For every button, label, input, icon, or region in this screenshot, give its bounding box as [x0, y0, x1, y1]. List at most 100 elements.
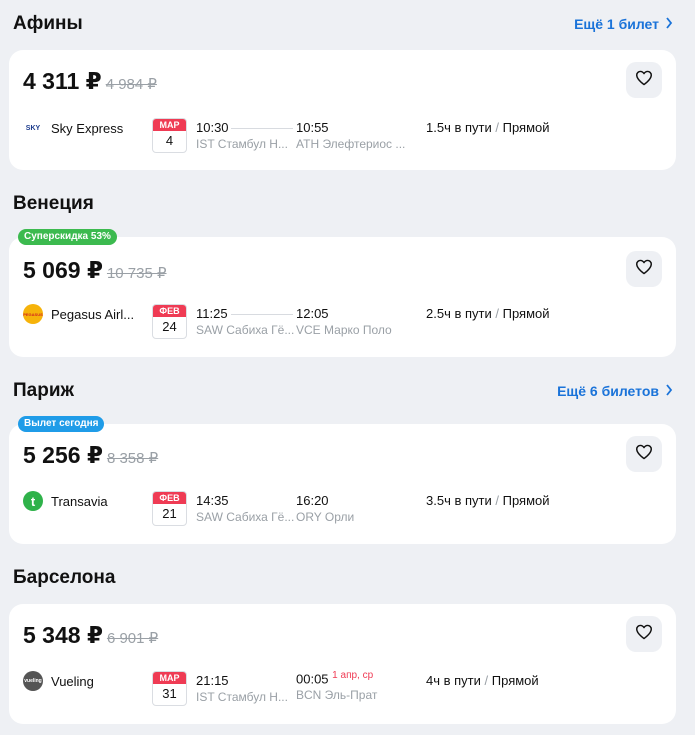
more-tickets-link[interactable]: Ещё 6 билетов: [557, 383, 673, 399]
arrival-airport: ATH Элефтериос ...: [296, 137, 406, 151]
transavia-logo: t: [23, 491, 43, 511]
ticket-card[interactable]: 5 348 ₽ 6 901 ₽ vueling Vueling МАР 31 2…: [9, 604, 676, 724]
vueling-logo: vueling: [23, 671, 43, 691]
section-title: Венеция: [13, 193, 94, 214]
section-title: Париж: [13, 380, 74, 401]
chevron-right-icon: [665, 383, 673, 399]
date-day: 4: [165, 133, 174, 148]
duration: 4ч в пути / Прямой: [426, 673, 539, 688]
departure-time: 21:15: [196, 673, 229, 688]
price: 5 256 ₽: [23, 442, 103, 468]
arrival-airport: BCN Эль-Прат: [296, 688, 378, 703]
section-title: Барселона: [13, 567, 116, 588]
discount-badge: Суперскидка 53%: [18, 229, 117, 245]
airline-name: Vueling: [51, 673, 94, 689]
duration-text: 2.5ч в пути: [426, 306, 492, 321]
duration: 3.5ч в пути / Прямой: [426, 493, 550, 508]
old-price: 6 901 ₽: [106, 630, 159, 647]
price: 4 311 ₽: [23, 68, 102, 94]
price: 5 069 ₽: [23, 257, 103, 283]
date-day: 21: [162, 506, 177, 521]
arrival-airport: VCE Марко Поло: [296, 323, 392, 337]
favorite-button[interactable]: [626, 62, 662, 98]
arrival: 12:05 VCE Марко Поло: [296, 306, 392, 338]
arrival-time: 10:55: [296, 120, 329, 135]
airline-name: Transavia: [51, 493, 108, 509]
departure-airport: SAW Сабиха Гё...: [196, 323, 295, 337]
departure: 14:35 SAW Сабиха Гё...: [196, 493, 294, 525]
flight-type: Прямой: [502, 493, 550, 508]
separator: /: [495, 120, 499, 135]
departure: 21:15 IST Стамбул Н...: [196, 673, 288, 705]
sky-express-logo: SKY: [23, 118, 43, 138]
chevron-right-icon: [665, 16, 673, 32]
flight-type: Прямой: [491, 673, 539, 688]
duration: 1.5ч в пути / Прямой: [426, 120, 550, 135]
heart-outline-icon: [635, 259, 653, 280]
arrival-time: 16:20: [296, 493, 329, 508]
arrival-time: 12:05: [296, 306, 329, 321]
heart-outline-icon: [635, 624, 653, 645]
route-line: [231, 314, 293, 315]
airline: vueling Vueling: [23, 671, 94, 691]
date-month: МАР: [153, 672, 186, 684]
more-tickets-link[interactable]: Ещё 1 билет: [574, 16, 673, 32]
departure-today-badge: Вылет сегодня: [18, 416, 105, 432]
airline-name: Sky Express: [51, 120, 124, 136]
departure-airport: SAW Сабиха Гё...: [196, 510, 295, 524]
departure-airport: IST Стамбул Н...: [196, 690, 288, 704]
arrival: 16:20 ORY Орли: [296, 493, 354, 525]
old-price: 8 358 ₽: [106, 450, 159, 467]
price-row: 5 256 ₽ 8 358 ₽: [23, 442, 158, 469]
arrival-airport: ORY Орли: [296, 510, 355, 524]
old-price: 10 735 ₽: [106, 265, 167, 282]
departure-airport: IST Стамбул Н...: [196, 137, 288, 151]
more-tickets-label: Ещё 6 билетов: [557, 383, 659, 399]
airline: PEGASUS Pegasus Airl...: [23, 304, 134, 324]
ticket-card[interactable]: 5 069 ₽ 10 735 ₽ PEGASUS Pegasus Airl...…: [9, 237, 676, 357]
favorite-button[interactable]: [626, 616, 662, 652]
pegasus-logo: PEGASUS: [23, 304, 43, 324]
date-calendar: МАР 4: [152, 118, 187, 153]
price: 5 348 ₽: [23, 622, 103, 648]
favorite-button[interactable]: [626, 436, 662, 472]
airline: SKY Sky Express: [23, 118, 123, 138]
departure: 11:25 SAW Сабиха Гё...: [196, 306, 294, 338]
flight-type: Прямой: [502, 120, 550, 135]
more-tickets-label: Ещё 1 билет: [574, 16, 659, 32]
section-title: Афины: [13, 13, 83, 34]
heart-outline-icon: [635, 70, 653, 91]
separator: /: [484, 673, 489, 688]
flight-type: Прямой: [502, 306, 550, 321]
date-month: ФЕВ: [153, 305, 186, 317]
arrival-time: 00:05 1 апр, ср: [296, 670, 374, 687]
ticket-card[interactable]: 4 311 ₽ 4 984 ₽ SKY Sky Express МАР 4 10…: [9, 50, 676, 170]
date-month: МАР: [153, 119, 186, 131]
ticket-card[interactable]: 5 256 ₽ 8 358 ₽ t Transavia ФЕВ 21 14:35…: [9, 424, 676, 544]
duration-text: 1.5ч в пути: [426, 120, 492, 135]
departure-time: 14:35: [196, 493, 229, 508]
arrival: 10:55 ATH Элефтериос ...: [296, 120, 405, 152]
airline: t Transavia: [23, 491, 108, 511]
next-day-note: 1 апр, ср: [332, 670, 374, 681]
route-line: [231, 128, 293, 129]
heart-outline-icon: [635, 444, 653, 465]
price-row: 5 348 ₽ 6 901 ₽: [23, 622, 158, 649]
date-calendar: МАР 31: [152, 671, 187, 706]
duration: 2.5ч в пути / Прямой: [426, 306, 550, 321]
price-row: 4 311 ₽ 4 984 ₽: [23, 68, 157, 95]
favorite-button[interactable]: [626, 251, 662, 287]
date-month: ФЕВ: [153, 492, 186, 504]
duration-text: 4ч в пути: [426, 673, 481, 688]
date-day: 24: [162, 319, 177, 334]
separator: /: [495, 306, 499, 321]
arrival: 00:05 1 апр, ср BCN Эль-Прат: [296, 668, 377, 703]
departure: 10:30 IST Стамбул Н...: [196, 120, 288, 152]
price-row: 5 069 ₽ 10 735 ₽: [23, 257, 167, 284]
separator: /: [495, 493, 499, 508]
date-calendar: ФЕВ 24: [152, 304, 187, 339]
duration-text: 3.5ч в пути: [426, 493, 492, 508]
date-day: 31: [162, 686, 177, 701]
old-price: 4 984 ₽: [105, 76, 157, 93]
date-calendar: ФЕВ 21: [152, 491, 187, 526]
